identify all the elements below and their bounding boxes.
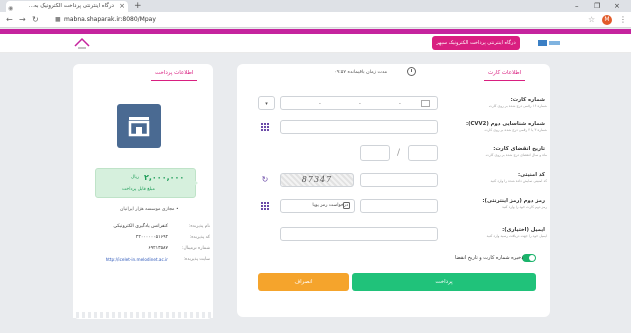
cvv2-hint: شماره ۳ یا ۴ رقمی درج شده بر روی کارت: [484, 128, 547, 132]
tab-title: درگاه اینترنتی پرداخت الکترونیک به...: [28, 3, 114, 9]
keypad-icon[interactable]: [261, 123, 269, 131]
card-number-dash: -: [359, 101, 361, 107]
new-tab-button[interactable]: +: [134, 0, 142, 12]
gateway-title: درگاه اینترنتی پرداخت الکترونیک سپهر: [432, 36, 520, 50]
password-hint: رمز دوم کارت خود را وارد کنید: [501, 205, 547, 209]
tab-card-info[interactable]: اطلاعات کارت: [484, 66, 526, 81]
captcha-label: کد امنیتی:: [517, 172, 545, 178]
amount-arrow: [192, 178, 198, 188]
clock-icon: [407, 67, 416, 76]
page-header: درگاه اینترنتی پرداخت الکترونیک سپهر: [0, 34, 631, 53]
save-card-toggle[interactable]: [522, 254, 536, 262]
card-number-dash: -: [319, 101, 321, 107]
receipt-edge: [73, 312, 213, 318]
expiry-label: تاریخ انقضای کارت:: [493, 146, 545, 152]
detail-value: ۲۲۰۰۰۰۰۰۵۱۶۹۲: [135, 235, 168, 240]
sepehr-logo-icon: [538, 40, 560, 46]
captcha-input[interactable]: [360, 173, 438, 187]
refresh-icon[interactable]: ↻: [259, 173, 271, 187]
tab-close-icon[interactable]: ×: [119, 1, 125, 12]
amount-label: مبلغ قابل پرداخت: [122, 187, 155, 192]
timer-label: مدت زمان باقیمانده: [347, 70, 388, 75]
lock-icon: ■: [55, 16, 61, 23]
amount-box: ریال ۲,۰۰۰,۰۰۰ مبلغ قابل پرداخت: [95, 168, 196, 198]
amount-unit: ریال: [131, 175, 140, 180]
shop-icon: [128, 117, 150, 137]
merchant-site-link[interactable]: http://icelet-in.melodinet.ac.ir: [78, 257, 168, 262]
window-maximize-button[interactable]: ❐: [594, 0, 600, 12]
browser-menu-icon[interactable]: ⋮: [619, 14, 627, 26]
bank-logo-icon: [74, 37, 90, 49]
message-icon: [343, 202, 350, 209]
saved-cards-dropdown[interactable]: ▾: [258, 96, 275, 110]
keypad-icon[interactable]: [261, 202, 269, 210]
email-input[interactable]: [280, 227, 438, 241]
bookmark-star-icon[interactable]: ☆: [588, 14, 595, 26]
merchant-heading: • مجازی موسسه هژار ایرانیان: [120, 207, 179, 212]
timer-value: ۰۹:۵۷: [334, 70, 346, 75]
url-field[interactable]: mabna.shaparak.ir:8080/Mpay: [64, 15, 156, 25]
card-number-hint: شماره ۱۶ رقمی درج شده بر روی کارت: [488, 104, 547, 108]
timer: مدت زمان باقیمانده ۰۹:۵۷: [334, 70, 387, 75]
cancel-button[interactable]: انصراف: [258, 273, 349, 291]
expiry-month-input[interactable]: [408, 145, 438, 161]
captcha-hint: کد امنیتی نمایش داده شده را وارد کنید: [490, 179, 547, 183]
back-icon[interactable]: ←: [6, 13, 13, 27]
card-number-dash: -: [399, 101, 401, 107]
detail-value: کنفرانس یادگیری الکترونیکی: [113, 224, 168, 229]
expiry-year-input[interactable]: [360, 145, 390, 161]
detail-label: کد پذیرنده:: [189, 235, 210, 240]
expiry-hint: ماه و سال انقضای درج شده بر روی کارت: [485, 153, 547, 157]
pay-button[interactable]: پرداخت: [352, 273, 536, 291]
detail-label: سایت پذیرنده:: [183, 257, 210, 262]
amount-value: ۲,۰۰۰,۰۰۰: [144, 173, 185, 182]
detail-label: شماره ترمینال:: [181, 246, 210, 251]
tab-payment-info[interactable]: اطلاعات پرداخت: [151, 66, 198, 81]
captcha-image: 87347: [280, 173, 354, 187]
bank-card-icon: [421, 100, 430, 107]
browser-tab-bar: ◉ درگاه اینترنتی پرداخت الکترونیک به... …: [0, 0, 631, 12]
window-close-button[interactable]: ×: [614, 0, 620, 12]
tab-favicon-icon: ◉: [8, 5, 14, 12]
browser-tab[interactable]: ◉ درگاه اینترنتی پرداخت الکترونیک به... …: [6, 1, 128, 12]
profile-avatar[interactable]: M: [602, 15, 612, 25]
reload-icon[interactable]: ↻: [32, 13, 39, 27]
detail-label: نام پذیرنده:: [188, 224, 210, 229]
merchant-logo: [117, 104, 161, 148]
card-number-input[interactable]: - - -: [280, 96, 438, 110]
expiry-separator: /: [397, 148, 401, 158]
cvv2-input[interactable]: [280, 120, 438, 134]
request-dynamic-password-button[interactable]: درخواست رمز پویا: [280, 199, 355, 213]
card-number-label: شماره کارت:: [510, 97, 545, 103]
password-input[interactable]: [360, 199, 438, 213]
cvv2-label: شماره شناسایی دوم (CVV2):: [465, 121, 545, 127]
address-bar: ← → ↻ ■ mabna.shaparak.ir:8080/Mpay ☆ M …: [0, 12, 631, 28]
save-card-label: ذخیره شماره کارت و تاریخ انقضا: [455, 255, 524, 261]
email-hint: ایمیل خود را جهت دریافت رسید وارد کنید: [486, 234, 547, 238]
email-label: ایمیل (اختیاری):: [502, 227, 545, 233]
password-label: رمز دوم (رمز اینترنتی):: [482, 198, 545, 204]
forward-icon[interactable]: →: [19, 13, 26, 27]
detail-value: ۶۹۲۱۳۵۸۷: [148, 246, 168, 251]
window-minimize-button[interactable]: –: [575, 0, 579, 12]
